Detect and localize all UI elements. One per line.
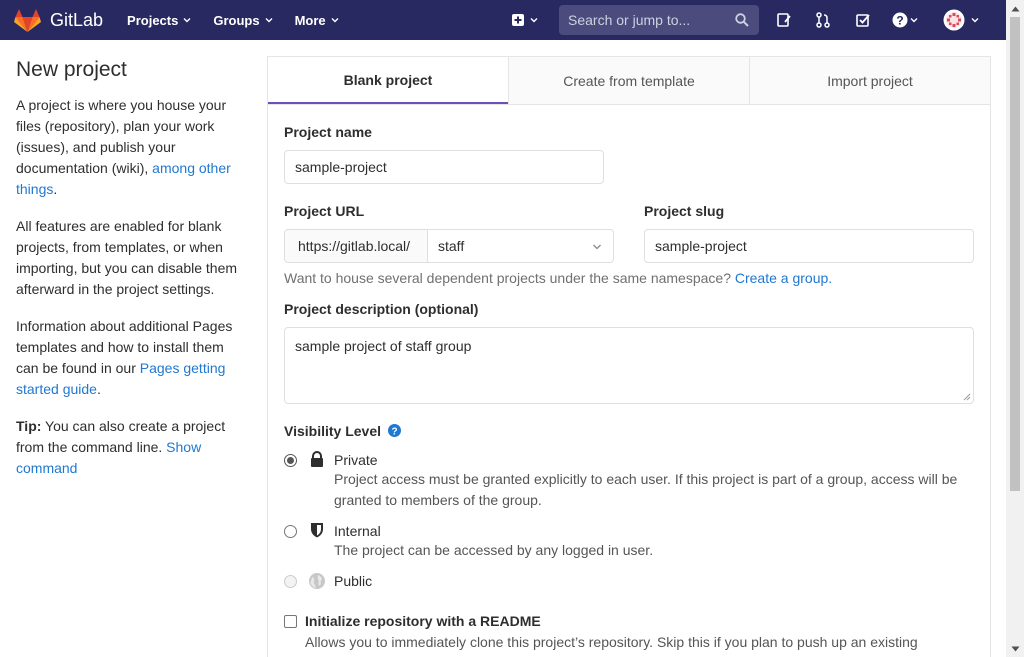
- group-help-prefix: Want to house several dependent projects…: [284, 270, 735, 286]
- description-label: Project description (optional): [284, 301, 479, 317]
- chevron-down-icon: [593, 244, 601, 250]
- help-circle-icon[interactable]: ?: [387, 424, 401, 438]
- scroll-down-arrow-icon[interactable]: [1006, 640, 1024, 657]
- search-placeholder: Search or jump to...: [568, 12, 691, 28]
- tab-create-from-template[interactable]: Create from template: [508, 57, 749, 104]
- description-value: sample project of staff group: [295, 338, 472, 354]
- page-title: New project: [16, 58, 127, 81]
- shield-icon: [311, 523, 323, 538]
- visibility-label-text: Visibility Level: [284, 423, 382, 439]
- issues-icon[interactable]: [776, 12, 792, 28]
- globe-icon: [309, 573, 325, 589]
- avatar: [943, 9, 979, 31]
- namespace-select[interactable]: staff: [427, 229, 614, 263]
- visibility-internal-radio[interactable]: [284, 525, 297, 538]
- page-scrollbar[interactable]: [1006, 0, 1024, 657]
- tip-label: Tip:: [16, 418, 42, 434]
- features-paragraph: All features are enabled for blank proje…: [16, 218, 238, 297]
- init-readme-checkbox[interactable]: [284, 615, 297, 628]
- new-item-dropdown[interactable]: [511, 12, 541, 28]
- init-readme-label[interactable]: Initialize repository with a README: [305, 613, 541, 629]
- scroll-up-arrow-icon[interactable]: [1006, 0, 1024, 17]
- tab-blank-project[interactable]: Blank project: [268, 57, 508, 104]
- groups-menu[interactable]: Groups: [213, 12, 273, 28]
- merge-requests-icon[interactable]: [815, 12, 831, 28]
- resize-grip-icon[interactable]: [963, 393, 971, 401]
- chevron-down-icon: [183, 18, 191, 23]
- init-readme-desc: Allows you to immediately clone this pro…: [305, 634, 918, 650]
- project-type-tabs: Blank project Create from template Impor…: [268, 57, 990, 105]
- project-name-input[interactable]: sample-project: [284, 150, 604, 184]
- visibility-internal-title: Internal: [334, 523, 381, 539]
- svg-text:?: ?: [391, 427, 397, 438]
- description-textarea[interactable]: sample project of staff group: [284, 327, 974, 404]
- more-menu[interactable]: More: [295, 13, 339, 28]
- intro-paragraph: A project is where you house your files …: [16, 95, 241, 200]
- search-input[interactable]: Search or jump to...: [559, 5, 759, 35]
- visibility-label: Visibility Level ?: [284, 423, 401, 439]
- todos-icon[interactable]: [855, 12, 871, 28]
- projects-menu[interactable]: Projects: [127, 13, 191, 28]
- tip-paragraph: Tip: You can also create a project from …: [16, 416, 241, 479]
- visibility-internal-desc: The project can be accessed by any logge…: [334, 542, 654, 558]
- projects-menu-label: Projects: [127, 12, 179, 28]
- description-sidebar: New project A project is where you house…: [16, 56, 241, 495]
- chevron-down-icon: [265, 18, 273, 23]
- url-prefix: https://gitlab.local/: [284, 229, 428, 263]
- more-menu-label: More: [294, 12, 326, 28]
- brand-name[interactable]: GitLab: [50, 10, 103, 31]
- tab-import-project[interactable]: Import project: [749, 57, 990, 104]
- top-navbar: GitLab Projects Groups More Search or ju…: [0, 0, 1006, 40]
- pages-end: .: [96, 381, 101, 397]
- pages-paragraph: Information about additional Pages templ…: [16, 316, 241, 400]
- gitlab-logo-icon[interactable]: [14, 8, 41, 33]
- groups-menu-label: Groups: [213, 12, 260, 28]
- project-name-label: Project name: [284, 124, 372, 140]
- visibility-private-desc: Project access must be granted explicitl…: [334, 471, 958, 508]
- intro-end: .: [53, 181, 58, 197]
- project-slug-label: Project slug: [644, 203, 725, 219]
- group-help-text: Want to house several dependent projects…: [284, 270, 832, 286]
- visibility-public-title: Public: [334, 573, 373, 589]
- help-dropdown[interactable]: ?: [892, 12, 924, 28]
- visibility-public-radio[interactable]: [284, 575, 297, 588]
- svg-text:?: ?: [896, 14, 903, 28]
- question-icon: ?: [892, 12, 918, 28]
- visibility-private-radio[interactable]: [284, 454, 297, 467]
- user-avatar-dropdown[interactable]: [943, 9, 983, 31]
- create-group-link[interactable]: Create a group.: [735, 270, 832, 286]
- search-icon: [735, 13, 749, 27]
- visibility-private-title: Private: [334, 452, 378, 468]
- project-slug-input[interactable]: sample-project: [644, 229, 974, 263]
- project-url-label: Project URL: [284, 203, 365, 219]
- namespace-value: staff: [438, 238, 465, 254]
- scroll-thumb[interactable]: [1010, 17, 1020, 491]
- lock-icon: [311, 451, 323, 467]
- chevron-down-icon: [331, 18, 339, 23]
- plus-square-icon: [512, 14, 538, 26]
